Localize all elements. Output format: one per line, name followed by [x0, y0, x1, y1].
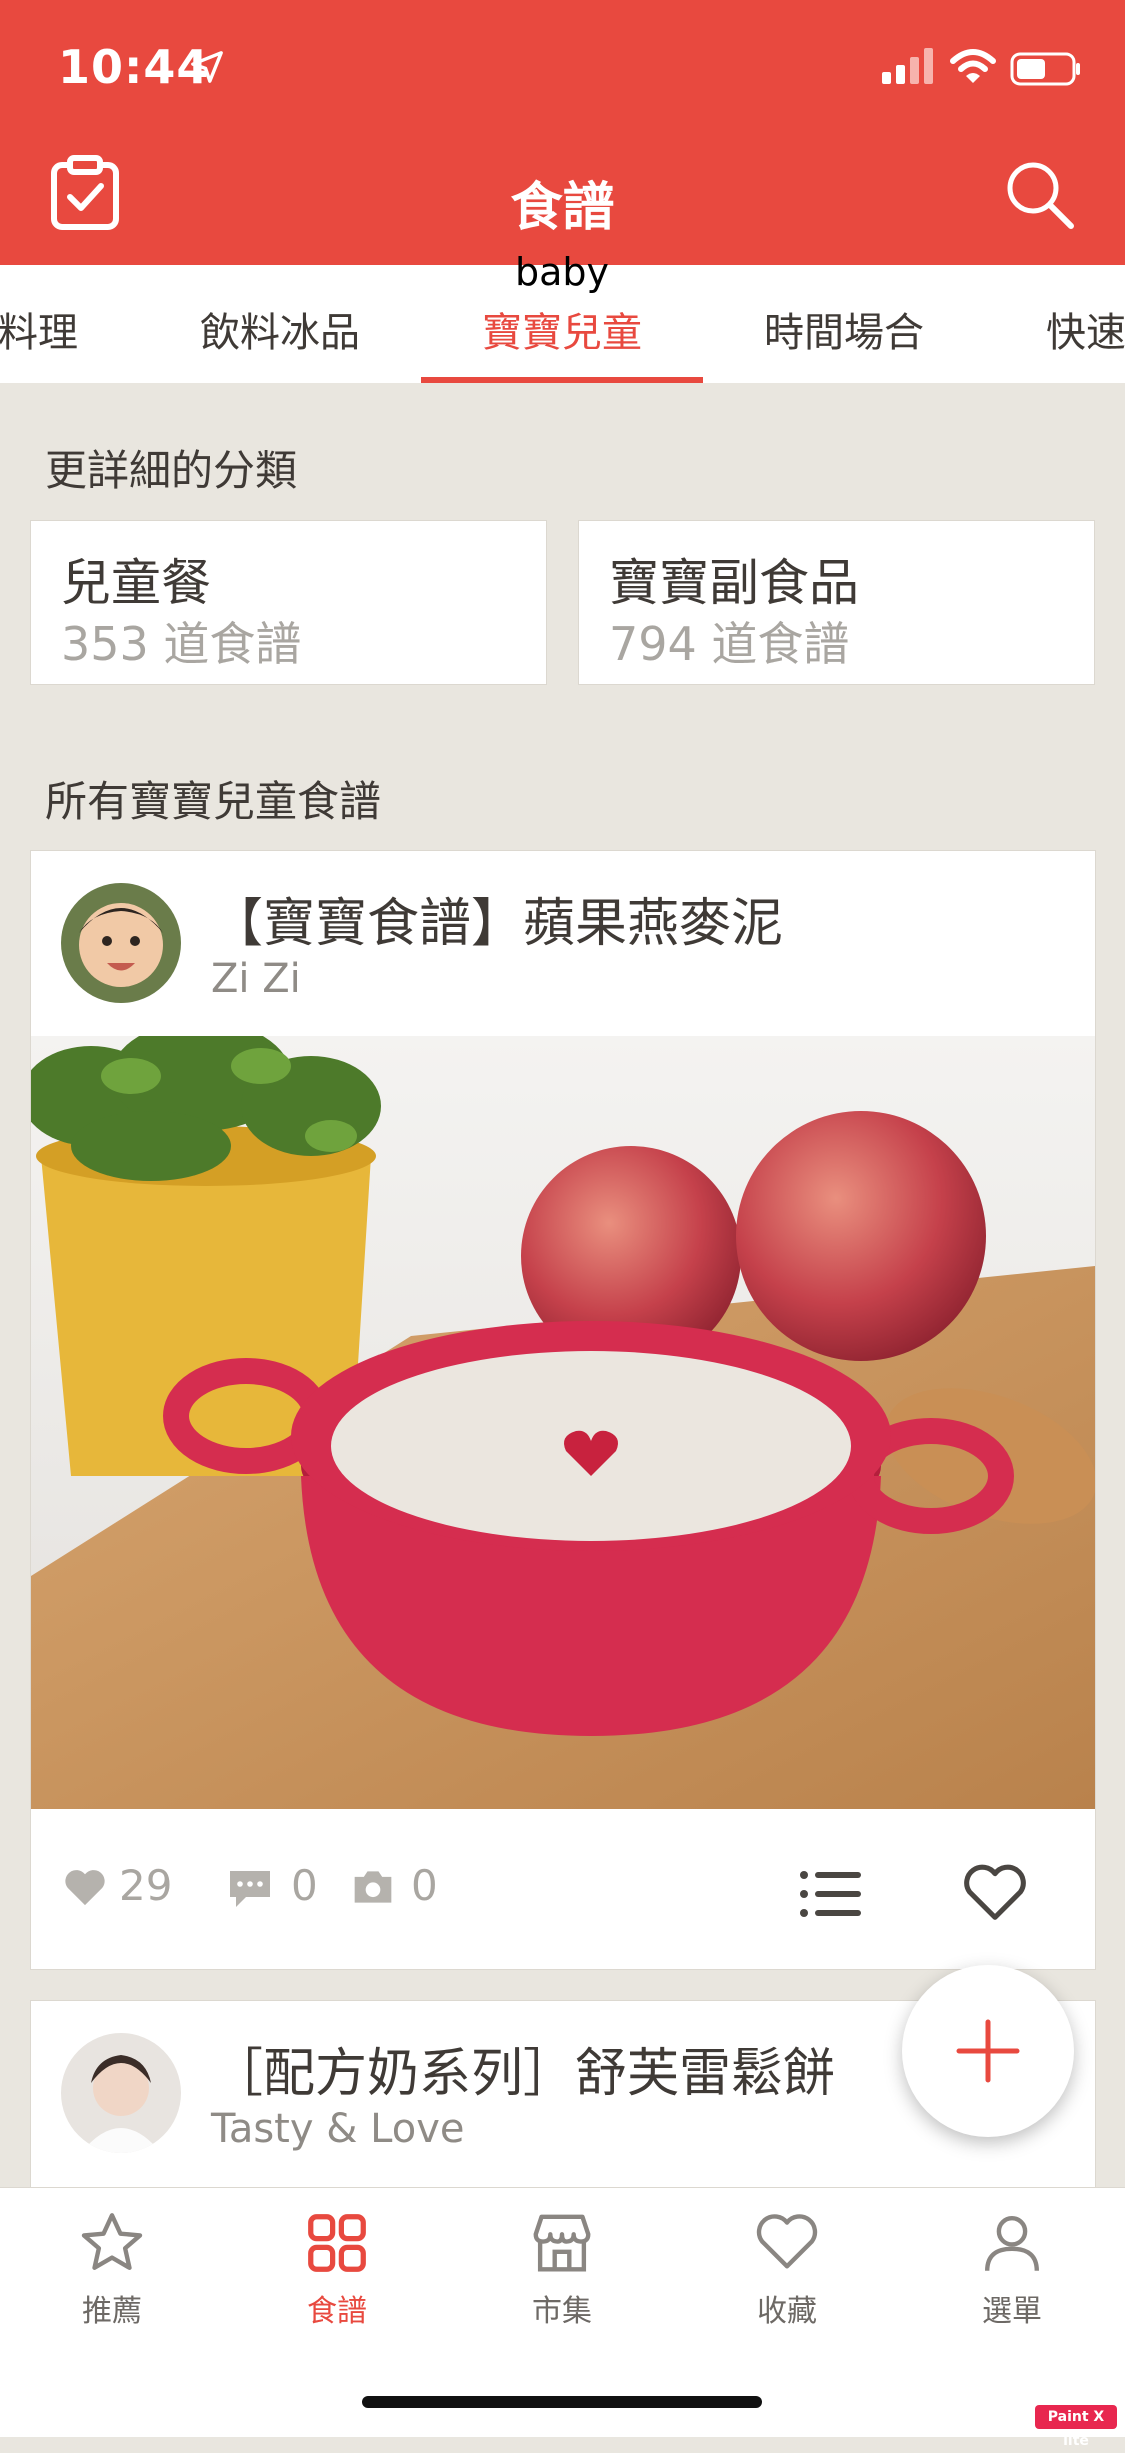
- subcategory-count: 353 道食譜: [61, 617, 302, 671]
- star-icon: [81, 2213, 143, 2270]
- cellular-signal-icon: [882, 48, 933, 84]
- top-bar: 10:44 食譜: [0, 0, 1125, 265]
- watermark-badge: Paint X lite: [1035, 2405, 1117, 2449]
- nav-label: 推薦: [82, 2294, 142, 2329]
- tab-drinks[interactable]: 飲料冰品: [200, 300, 360, 358]
- nav-label: 食譜: [307, 2294, 367, 2329]
- author-avatar[interactable]: [61, 2033, 181, 2153]
- subcategory-card-kids-meal[interactable]: 兒童餐 353 道食譜: [30, 520, 547, 685]
- nav-label: 選單: [982, 2294, 1042, 2329]
- recipe-stats: 29 0 0: [31, 1809, 1095, 1969]
- status-bar: 10:44: [0, 0, 1125, 135]
- person-icon: [985, 2216, 1039, 2271]
- tab-baby-kids[interactable]: 寶寶兒童: [482, 300, 642, 358]
- recipe-title[interactable]: ［配方奶系列］舒芙雷鬆餅: [211, 2031, 835, 2106]
- nav-item-market[interactable]: 市集: [482, 2208, 642, 2330]
- wifi-icon: [950, 49, 996, 83]
- favorite-heart-icon[interactable]: [961, 1861, 1029, 1923]
- tab-cuisine[interactable]: 料理: [0, 300, 78, 358]
- grid-icon: [308, 2214, 366, 2272]
- subcategory-heading: 更詳細的分類: [45, 446, 298, 495]
- author-avatar[interactable]: [61, 883, 181, 1003]
- nav-item-menu[interactable]: 選單: [932, 2208, 1092, 2330]
- comment-count: 0: [291, 1861, 318, 1910]
- active-tab-indicator: [421, 377, 703, 383]
- tab-overlay-label: baby: [514, 250, 610, 294]
- comment-icon[interactable]: [226, 1867, 274, 1909]
- nav-item-favorites[interactable]: 收藏: [707, 2208, 867, 2330]
- like-count: 29: [119, 1861, 173, 1910]
- status-time: 10:44: [58, 40, 210, 94]
- store-icon: [533, 2214, 591, 2272]
- search-icon[interactable]: [1005, 160, 1075, 230]
- recipe-card[interactable]: 【寶寶食譜】蘋果燕麥泥 Zi Zi 29 0 0: [30, 850, 1096, 1970]
- battery-icon: [1010, 52, 1080, 86]
- recipe-photo[interactable]: [31, 1036, 1095, 1809]
- photo-count: 0: [411, 1861, 438, 1910]
- page-title: 食譜: [510, 178, 615, 238]
- all-recipes-heading: 所有寶寶兒童食譜: [45, 777, 382, 826]
- nav-label: 市集: [532, 2294, 592, 2329]
- like-heart-icon[interactable]: [63, 1867, 107, 1907]
- location-arrow-icon: [191, 51, 223, 83]
- subcategory-count: 794 道食譜: [609, 617, 850, 671]
- subcategory-card-baby-food[interactable]: 寶寶副食品 794 道食譜: [578, 520, 1095, 685]
- subcategory-name: 寶寶副食品: [609, 554, 859, 612]
- heart-icon: [756, 2214, 818, 2269]
- nav-item-recipes[interactable]: 食譜: [257, 2208, 417, 2330]
- plus-icon: [956, 2019, 1020, 2083]
- home-indicator[interactable]: [362, 2396, 762, 2408]
- tab-quick[interactable]: 快速: [1046, 300, 1125, 358]
- list-icon[interactable]: [799, 1869, 861, 1919]
- tab-occasions[interactable]: 時間場合: [764, 300, 924, 358]
- recipe-author[interactable]: Zi Zi: [211, 956, 301, 1002]
- camera-icon[interactable]: [351, 1867, 395, 1907]
- recipe-author[interactable]: Tasty & Love: [211, 2106, 464, 2152]
- add-recipe-button[interactable]: [902, 1965, 1074, 2137]
- nav-item-recommend[interactable]: 推薦: [32, 2208, 192, 2330]
- nav-label: 收藏: [757, 2294, 817, 2329]
- subcategory-name: 兒童餐: [61, 554, 211, 612]
- recipe-title[interactable]: 【寶寶食譜】蘋果燕麥泥: [211, 881, 783, 956]
